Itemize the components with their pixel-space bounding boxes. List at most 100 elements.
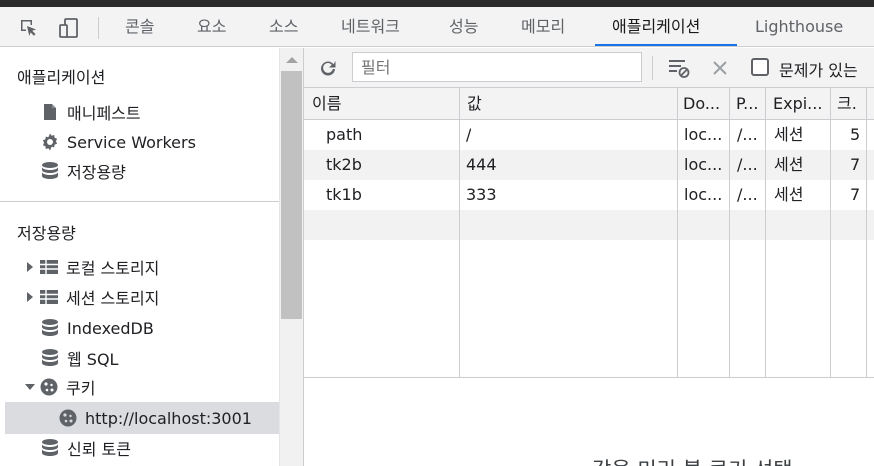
sidebar-item-label: 매니페스트 [67,104,141,123]
sidebar-item-label: 로컬 스토리지 [66,259,160,278]
sidebar-heading-storage: 저장용량 [17,224,76,243]
tab-network[interactable]: 네트워크 [341,7,400,47]
cell-path: /... [737,125,758,144]
sidebar-item-web-sql[interactable]: 웹 SQL [40,344,118,372]
sidebar-item-label: 웹 SQL [67,350,119,369]
cell-path: /... [737,185,758,204]
sidebar-item-label: IndexedDB [67,318,154,338]
sidebar-item-local-storage[interactable]: 로컬 스토리지 [24,253,159,281]
column-divider [729,88,730,377]
cell-path: /... [737,155,758,174]
column-divider [677,88,678,377]
tab-memory[interactable]: 메모리 [521,7,565,47]
tab-lighthouse[interactable]: Lighthouse [755,7,843,47]
column-header-more[interactable] [866,88,874,120]
column-header-domain[interactable]: Do... [677,88,729,120]
cell-name: tk2b [326,155,362,174]
cookie-preview-pane: 값을 미리 볼 쿠키 선택 [304,378,874,466]
sidebar-item-label: http://localhost:3001 [85,408,252,428]
column-divider [866,88,867,377]
scrollbar-thumb[interactable] [281,71,302,319]
only-issues-label: 문제가 있는 [779,61,858,80]
database-icon [40,318,60,338]
cell-name: tk1b [326,185,362,204]
cookie-icon [58,408,78,428]
filter-input[interactable] [352,52,642,82]
sidebar-item-label: 쿠키 [66,379,96,398]
cell-domain: loc... [684,125,723,144]
table-row[interactable]: tk1b 333 loc... /... 세션 7 [304,180,874,210]
database-icon [40,438,60,458]
cell-size: 7 [850,185,861,204]
database-icon [40,348,60,368]
table-row[interactable]: path / loc... /... 세션 5 [304,120,874,150]
table-icon [39,287,59,307]
column-header-expires[interactable]: Expi... [765,88,830,120]
sidebar-item-cookie-origin[interactable]: http://localhost:3001 [58,404,252,432]
devtools-tab-bar: 콘솔 요소 소스 네트워크 성능 메모리 애플리케이션 Lighthouse [0,7,874,47]
table-empty-row [304,210,874,240]
cell-value: / [466,125,472,144]
cell-name: path [326,125,363,144]
only-issues-checkbox[interactable] [751,58,769,76]
sidebar-item-label: 저장용량 [67,163,126,182]
cell-expires: 세션 [774,155,804,174]
sidebar-heading-application: 애플리케이션 [17,68,106,87]
tab-sources[interactable]: 소스 [269,7,298,47]
sidebar-divider [0,201,279,202]
column-header-name[interactable]: 이름 [304,88,459,120]
cookies-table: 이름 값 Do... P... Expi... 크. path / loc...… [304,88,874,378]
column-divider [830,88,831,377]
cell-expires: 세션 [774,185,804,204]
sidebar-item-cookies[interactable]: 쿠키 [24,373,95,401]
cookie-preview-placeholder: 값을 미리 볼 쿠키 선택 [592,454,793,466]
column-header-size[interactable]: 크. [830,88,866,120]
tab-elements[interactable]: 요소 [197,7,226,47]
device-toolbar-icon[interactable] [56,15,82,41]
cell-expires: 세션 [774,125,804,144]
sidebar-item-trust-tokens[interactable]: 신뢰 토큰 [40,434,131,462]
scroll-up-arrow-icon[interactable] [286,57,298,63]
column-header-value[interactable]: 값 [459,88,677,120]
cell-size: 5 [850,125,861,144]
cookies-toolbar: 문제가 있는 [304,48,874,88]
tab-performance[interactable]: 성능 [449,7,478,47]
gear-icon [40,132,60,152]
database-icon [40,161,60,181]
cell-value: 333 [466,185,497,204]
sidebar-item-label: Service Workers [67,132,196,152]
cell-domain: loc... [684,185,723,204]
tab-application[interactable]: 애플리케이션 [612,7,700,47]
cell-domain: loc... [684,155,723,174]
active-tab-indicator [595,44,737,46]
inspect-element-icon[interactable] [16,15,42,41]
sidebar-item-storage-overview[interactable]: 저장용량 [40,157,126,185]
sidebar-item-manifest[interactable]: 매니페스트 [40,98,141,126]
sidebar-scrollbar[interactable] [279,48,303,466]
clear-all-cookies-icon[interactable] [666,56,692,80]
column-divider [765,88,766,377]
application-sidebar: 애플리케이션 매니페스트 Service Workers 저장용량 저장용량 로… [0,48,279,466]
sidebar-item-indexeddb[interactable]: IndexedDB [40,314,154,342]
expand-arrow-icon[interactable] [24,291,36,303]
toolbar-separator [98,17,99,39]
column-header-path[interactable]: P... [729,88,765,120]
sidebar-item-label: 세션 스토리지 [66,289,160,308]
file-icon [40,102,60,122]
delete-selected-icon[interactable] [708,56,732,80]
sidebar-item-session-storage[interactable]: 세션 스토리지 [24,283,159,311]
refresh-icon[interactable] [317,57,339,79]
expand-arrow-icon[interactable] [24,261,36,273]
cookies-panel: 문제가 있는 이름 값 Do... P... Expi... 크. path /… [303,48,874,466]
sidebar-item-service-workers[interactable]: Service Workers [40,128,196,156]
window-top-band [0,0,874,7]
collapse-arrow-icon[interactable] [24,381,36,393]
cookie-icon [39,377,59,397]
table-icon [39,257,59,277]
column-divider [459,88,460,377]
sidebar-item-label: 신뢰 토큰 [67,440,131,459]
tab-console[interactable]: 콘솔 [125,7,154,47]
table-row[interactable]: tk2b 444 loc... /... 세션 7 [304,150,874,180]
cell-value: 444 [466,155,497,174]
toolbar-separator [652,56,653,80]
